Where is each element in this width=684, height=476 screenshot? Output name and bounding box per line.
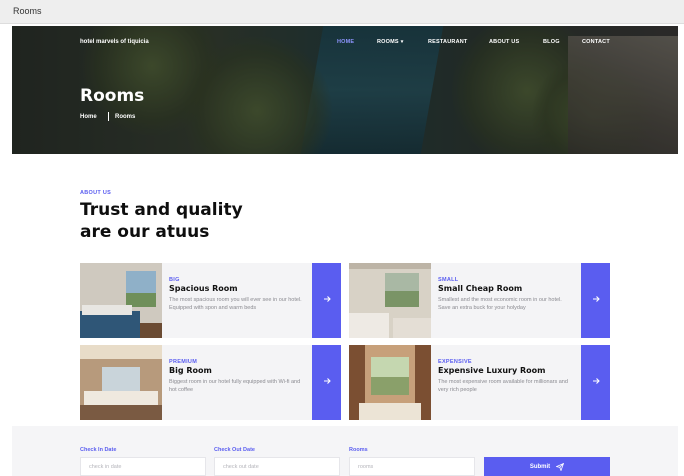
room-photo [80, 263, 162, 338]
breadcrumb-current: Rooms [115, 114, 136, 120]
check-in-input[interactable]: check in date [80, 457, 206, 476]
room-photo [80, 345, 162, 420]
section-heading: Trust and quality are our atuus [80, 199, 243, 243]
room-photo [349, 345, 431, 420]
arrow-right-icon [324, 378, 331, 384]
nav-about-us[interactable]: ABOUT US [489, 39, 519, 45]
section-heading-line-1: Trust and quality [80, 200, 243, 220]
room-tag: SMALL [438, 277, 459, 283]
site-brand[interactable]: hotel marvels of tiquicia [80, 39, 149, 45]
arrow-right-icon [593, 378, 600, 384]
arrow-right-icon [324, 296, 331, 302]
room-card-small-cheap: SMALL Small Cheap Room Smallest and the … [349, 263, 581, 338]
submit-button[interactable]: Submit [484, 457, 610, 476]
nav-blog[interactable]: BLOG [543, 39, 560, 45]
nav-rooms[interactable]: ROOMS ▾ [377, 39, 404, 45]
breadcrumb-home[interactable]: Home [80, 114, 97, 120]
room-title: Expensive Luxury Room [438, 366, 546, 375]
room-big-arrow-button[interactable] [312, 345, 341, 420]
window-title: Rooms [13, 6, 42, 16]
rooms-label: Rooms [349, 447, 368, 453]
check-out-input[interactable]: check out date [214, 457, 340, 476]
room-photo [349, 263, 431, 338]
check-in-label: Check In Date [80, 447, 117, 453]
room-description: The most expensive room available for mi… [438, 379, 568, 393]
room-title: Spacious Room [169, 284, 238, 293]
room-card-expensive-luxury: EXPENSIVE Expensive Luxury Room The most… [349, 345, 581, 420]
breadcrumb-separator [108, 112, 109, 121]
room-tag: EXPENSIVE [438, 359, 472, 365]
submit-button-label: Submit [529, 463, 551, 470]
room-description: Biggest room in our hotel fully equipped… [169, 379, 301, 393]
browser-tab-bar: Rooms [0, 0, 684, 24]
room-spacious-arrow-button[interactable] [312, 263, 341, 338]
section-heading-line-2: are our atuus [80, 222, 210, 242]
room-tag: PREMIUM [169, 359, 198, 365]
rooms-input[interactable]: rooms [349, 457, 475, 476]
nav-contact[interactable]: CONTACT [582, 39, 610, 45]
room-small-cheap-arrow-button[interactable] [581, 263, 610, 338]
room-description: The most spacious room you will ever see… [169, 297, 302, 311]
check-out-label: Check Out Date [214, 447, 255, 453]
room-title: Small Cheap Room [438, 284, 523, 293]
chevron-down-icon: ▾ [400, 39, 404, 45]
room-card-spacious: BIG Spacious Room The most spacious room… [80, 263, 312, 338]
nav-restaurant[interactable]: RESTAURANT [428, 39, 467, 45]
room-title: Big Room [169, 366, 212, 375]
room-expensive-luxury-arrow-button[interactable] [581, 345, 610, 420]
arrow-right-icon [593, 296, 600, 302]
paper-plane-icon [556, 462, 565, 471]
nav-rooms-label: ROOMS [377, 39, 399, 45]
section-eyebrow: ABOUT US [80, 190, 112, 196]
room-card-big: PREMIUM Big Room Biggest room in our hot… [80, 345, 312, 420]
room-description: Smallest and the most economic room in o… [438, 297, 562, 311]
nav-home[interactable]: HOME [337, 39, 354, 45]
page-title: Rooms [80, 86, 145, 106]
room-tag: BIG [169, 277, 180, 283]
